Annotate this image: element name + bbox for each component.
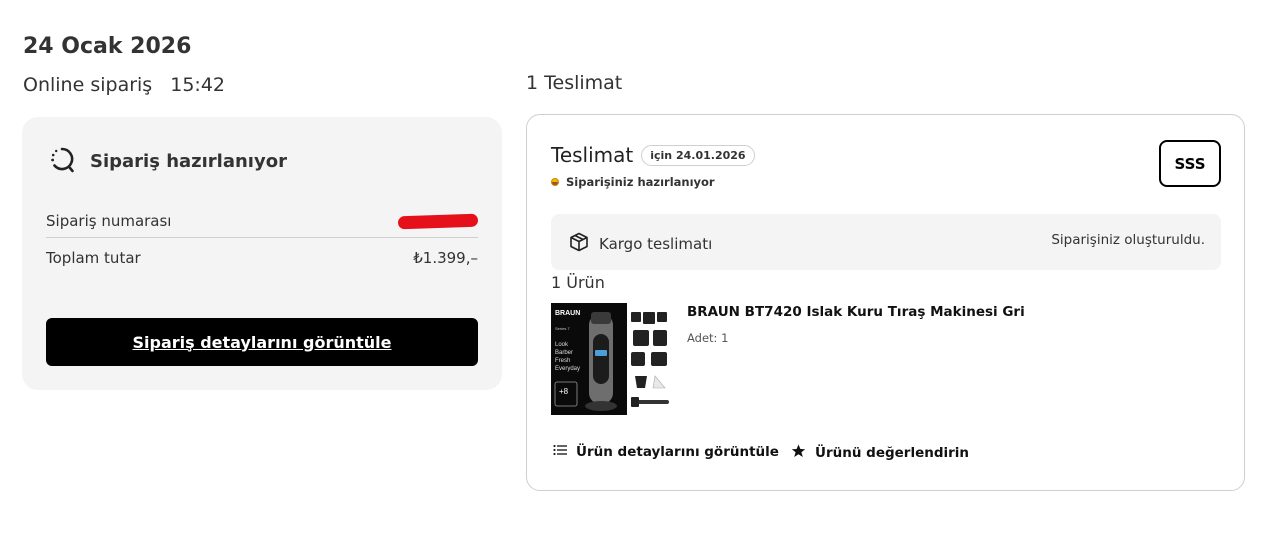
package-box-icon bbox=[569, 232, 589, 256]
product-name[interactable]: BRAUN BT7420 Islak Kuru Tıraş Makinesi G… bbox=[687, 304, 1025, 320]
delivery-title: Teslimat bbox=[551, 143, 634, 167]
view-order-details-button[interactable]: Sipariş detaylarını görüntüle bbox=[46, 318, 478, 366]
product-details-label: Ürün detaylarını görüntüle bbox=[576, 444, 779, 460]
image-line-4: Everyday bbox=[555, 366, 580, 372]
image-brand: BRAUN bbox=[555, 310, 580, 317]
order-channel: Online sipariş bbox=[23, 74, 153, 96]
delivery-header: Teslimat için 24.01.2026 bbox=[551, 143, 755, 167]
product-quantity: Adet: 1 bbox=[687, 331, 729, 345]
list-icon bbox=[553, 444, 567, 460]
order-summary-card: Sipariş hazırlanıyor Sipariş numarası To… bbox=[22, 117, 502, 390]
order-time: 15:42 bbox=[170, 74, 226, 96]
product-details-action[interactable]: Ürün detaylarını görüntüle bbox=[553, 444, 779, 460]
total-label: Toplam tutar bbox=[46, 249, 141, 267]
total-value: ₺1.399,– bbox=[413, 249, 478, 267]
delivery-count: 1 Teslimat bbox=[526, 72, 623, 94]
order-meta: Online sipariş 15:42 bbox=[23, 74, 225, 96]
order-status-row: Sipariş hazırlanıyor bbox=[48, 145, 287, 177]
order-number-label: Sipariş numarası bbox=[46, 212, 172, 230]
review-product-action[interactable]: Ürünü değerlendirin bbox=[791, 444, 969, 462]
product-image[interactable]: BRAUN Series 7 Look Barber Fresh Everyda… bbox=[551, 302, 671, 416]
image-badge: +8 bbox=[559, 387, 569, 396]
product-count: 1 Ürün bbox=[551, 273, 605, 292]
delivery-status: Siparişiniz hazırlanıyor bbox=[551, 175, 715, 189]
delivery-status-text: Siparişiniz hazırlanıyor bbox=[566, 175, 715, 189]
order-number-redacted bbox=[397, 213, 479, 229]
order-status-title: Sipariş hazırlanıyor bbox=[90, 150, 287, 172]
cargo-box: Kargo teslimatı Siparişiniz oluşturuldu. bbox=[551, 214, 1221, 270]
image-line-3: Fresh bbox=[555, 358, 570, 364]
delivery-date-pill: için 24.01.2026 bbox=[641, 144, 755, 166]
cargo-left: Kargo teslimatı bbox=[569, 232, 712, 256]
cargo-status: Siparişiniz oluşturuldu. bbox=[1051, 232, 1205, 248]
image-line-2: Barber bbox=[555, 350, 573, 356]
cargo-label: Kargo teslimatı bbox=[599, 235, 713, 253]
order-number-row: Sipariş numarası bbox=[46, 205, 479, 237]
summary-divider bbox=[46, 237, 478, 238]
image-series: Series 7 bbox=[555, 326, 570, 331]
order-date: 24 Ocak 2026 bbox=[23, 34, 192, 59]
status-dot-icon bbox=[551, 178, 559, 186]
loading-circle-icon bbox=[48, 145, 76, 177]
review-product-label: Ürünü değerlendirin bbox=[815, 445, 970, 461]
delivery-card: Teslimat için 24.01.2026 Siparişiniz haz… bbox=[526, 114, 1245, 491]
total-row: Toplam tutar ₺1.399,– bbox=[46, 247, 478, 269]
faq-button[interactable]: SSS bbox=[1159, 140, 1221, 187]
image-line-1: Look bbox=[555, 342, 569, 348]
star-icon bbox=[791, 444, 806, 462]
